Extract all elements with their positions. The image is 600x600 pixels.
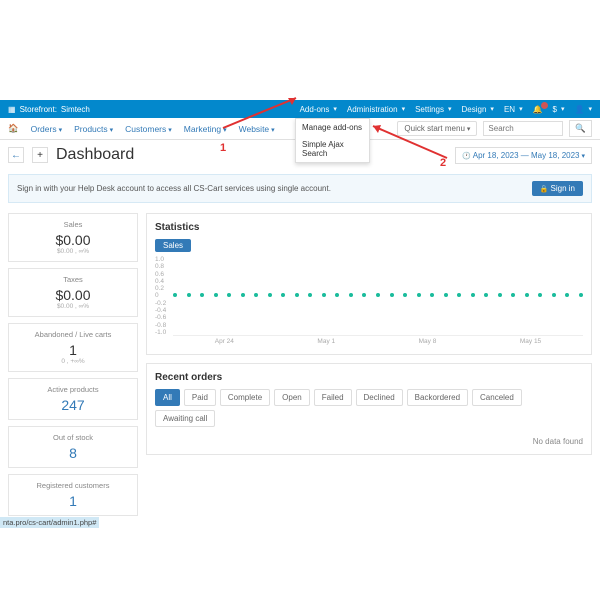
search-input[interactable] <box>483 121 563 136</box>
stat-card[interactable]: Taxes $0.00$0.00 , ∞% <box>8 268 138 317</box>
stat-sub: $0.00 , ∞% <box>15 303 131 310</box>
recent-orders-title: Recent orders <box>155 372 583 383</box>
filter-awaiting-call[interactable]: Awaiting call <box>155 410 215 427</box>
date-range-button[interactable]: Apr 18, 2023 — May 18, 2023 <box>455 147 592 164</box>
recent-orders-panel: Recent orders AllPaidCompleteOpenFailedD… <box>146 363 592 455</box>
nav-orders[interactable]: Orders <box>31 124 63 134</box>
user-icon[interactable]: 👤 <box>575 105 592 114</box>
statistics-title: Statistics <box>155 222 583 233</box>
notif-badge <box>541 102 548 109</box>
no-data-label: No data found <box>155 437 583 446</box>
expand-button[interactable]: + <box>32 147 48 163</box>
filter-complete[interactable]: Complete <box>220 389 270 406</box>
menu-settings[interactable]: Settings <box>415 105 451 114</box>
filter-paid[interactable]: Paid <box>184 389 216 406</box>
notice-text: Sign in with your Help Desk account to a… <box>17 184 331 193</box>
stat-label: Active products <box>15 385 131 394</box>
menu-currency[interactable]: $ <box>553 105 565 114</box>
sales-chart: 1.00.80.60.40.20-0.2-0.4-0.6-0.8-1.0 Apr… <box>155 256 583 346</box>
storefront-label: Storefront: <box>20 105 57 114</box>
statistics-panel: Statistics Sales 1.00.80.60.40.20-0.2-0.… <box>146 213 592 355</box>
dropdown-simple-ajax[interactable]: Simple Ajax Search <box>296 136 369 162</box>
addons-dropdown: Manage add-ons Simple Ajax Search <box>295 118 370 163</box>
stat-label: Abandoned / Live carts <box>15 330 131 339</box>
stat-card[interactable]: Out of stock 8 <box>8 426 138 468</box>
nav-marketing[interactable]: Marketing <box>184 124 227 134</box>
stats-sidebar: Sales$0.00$0.00 , ∞%Taxes$0.00$0.00 , ∞%… <box>8 213 138 516</box>
quickstart-button[interactable]: Quick start menu <box>397 121 477 136</box>
signin-button[interactable]: Sign in <box>532 181 583 196</box>
bell-icon[interactable] <box>533 105 543 114</box>
dropdown-manage-addons[interactable]: Manage add-ons <box>296 119 369 136</box>
filter-all[interactable]: All <box>155 389 180 406</box>
menu-lang[interactable]: EN <box>504 105 523 114</box>
filter-canceled[interactable]: Canceled <box>472 389 522 406</box>
home-icon[interactable]: 🏠 <box>8 123 19 134</box>
stat-value: 1 <box>15 342 131 358</box>
filter-failed[interactable]: Failed <box>314 389 352 406</box>
menu-addons[interactable]: Add-ons <box>300 105 337 114</box>
order-filters: AllPaidCompleteOpenFailedDeclinedBackord… <box>155 389 583 427</box>
stat-label: Sales <box>15 220 131 229</box>
grid-icon[interactable]: ▦ <box>8 105 16 114</box>
annotation-1: 1 <box>220 142 226 154</box>
page-title: Dashboard <box>56 146 134 164</box>
stat-card[interactable]: Sales $0.00$0.00 , ∞% <box>8 213 138 262</box>
stat-card[interactable]: Registered customers 1 <box>8 474 138 516</box>
nav-customers[interactable]: Customers <box>125 124 172 134</box>
nav-website[interactable]: Website <box>239 124 275 134</box>
menu-administration[interactable]: Administration <box>347 105 405 114</box>
stat-value: 247 <box>15 397 131 413</box>
filter-declined[interactable]: Declined <box>356 389 403 406</box>
stat-value: $0.00 <box>15 232 131 248</box>
stat-label: Taxes <box>15 275 131 284</box>
top-bar: ▦ Storefront: Simtech Add-ons Administra… <box>0 100 600 118</box>
stat-value: 1 <box>15 493 131 509</box>
signin-notice: Sign in with your Help Desk account to a… <box>8 174 592 203</box>
stat-label: Out of stock <box>15 433 131 442</box>
stat-card[interactable]: Abandoned / Live carts 10 , +∞% <box>8 323 138 372</box>
stat-sub: 0 , +∞% <box>15 358 131 365</box>
back-button[interactable]: ← <box>8 147 24 163</box>
stat-sub: $0.00 , ∞% <box>15 248 131 255</box>
stat-value: 8 <box>15 445 131 461</box>
url-tooltip: nta.pro/cs-cart/admin1.php# <box>0 517 99 528</box>
nav-products[interactable]: Products <box>74 124 113 134</box>
annotation-2: 2 <box>440 157 446 169</box>
sales-tab[interactable]: Sales <box>155 239 191 252</box>
stat-card[interactable]: Active products 247 <box>8 378 138 420</box>
filter-open[interactable]: Open <box>274 389 310 406</box>
search-button[interactable]: 🔍 <box>569 120 592 137</box>
storefront-name[interactable]: Simtech <box>61 105 90 114</box>
stat-label: Registered customers <box>15 481 131 490</box>
menu-design[interactable]: Design <box>462 105 494 114</box>
filter-backordered[interactable]: Backordered <box>407 389 468 406</box>
stat-value: $0.00 <box>15 287 131 303</box>
